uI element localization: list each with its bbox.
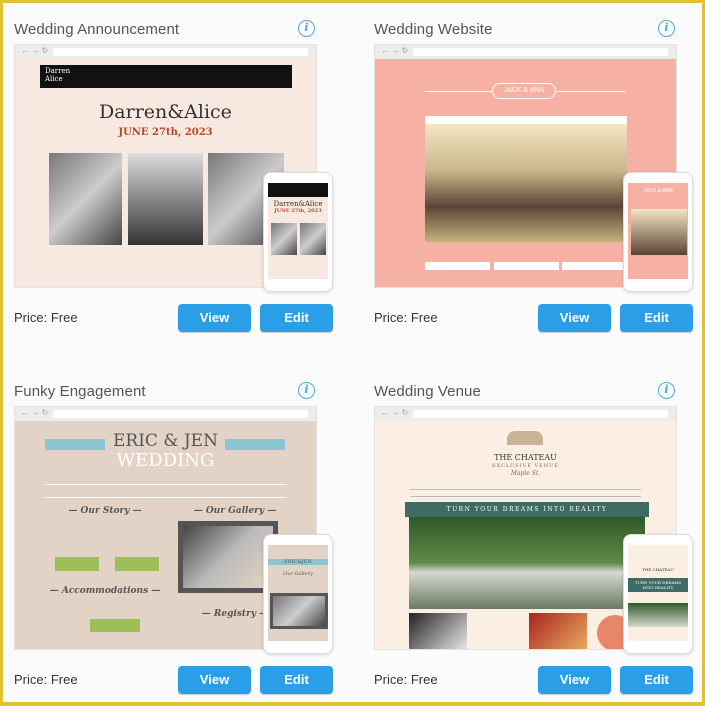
mobile-venue-name: THE CHATEAU <box>642 567 674 572</box>
card-title: Wedding Announcement <box>14 21 180 38</box>
preview-heading: — Our Gallery — <box>193 506 277 516</box>
card-title: Wedding Website <box>374 21 493 38</box>
preview-title: ERIC & JEN <box>113 431 218 451</box>
mobile-heading: Our Gallery <box>283 571 313 577</box>
info-icon[interactable]: i <box>658 382 675 399</box>
view-button[interactable]: View <box>538 666 611 694</box>
preview-heading: — Our Story — <box>68 506 142 516</box>
mobile-preview: JACK & ANN <box>623 172 693 292</box>
preview-names: Darren&Alice <box>99 101 232 123</box>
mobile-date: JUNE 27th, 2023 <box>274 208 322 214</box>
template-card-wedding-announcement: Wedding Announcement i ← → ↻ Darren Alic… <box>14 9 334 349</box>
venue-script: Maple St. <box>510 470 541 477</box>
template-card-wedding-website: Wedding Website i ← → ↻ JACK & ANN JACK … <box>374 9 694 349</box>
preview-logo: Darren Alice <box>45 67 71 83</box>
mobile-preview: THE CHATEAU TURN YOUR DREAMS INTO REALIT… <box>623 534 693 654</box>
view-button[interactable]: View <box>178 666 251 694</box>
edit-button[interactable]: Edit <box>620 666 693 694</box>
venue-name: THE CHATEAU <box>494 453 557 462</box>
mobile-names: Darren&Alice <box>273 200 323 208</box>
price-label: Price: Free <box>14 310 78 325</box>
card-title: Funky Engagement <box>14 383 146 400</box>
browser-nav-icon: ← → ↻ <box>381 408 409 417</box>
mobile-names: JACK & ANN <box>643 188 673 194</box>
info-icon[interactable]: i <box>298 382 315 399</box>
view-button[interactable]: View <box>178 304 251 332</box>
preview-heading: — Accommodations — <box>49 586 161 596</box>
browser-nav-icon: ← → ↻ <box>381 46 409 55</box>
mobile-names: ERIC&JEN <box>268 559 328 565</box>
price-label: Price: Free <box>374 310 438 325</box>
browser-nav-icon: ← → ↻ <box>21 408 49 417</box>
mobile-preview: ERIC&JEN Our Gallery <box>263 534 333 654</box>
mobile-banner: TURN YOUR DREAMS INTO REALITY <box>628 578 688 592</box>
venue-banner: TURN YOUR DREAMS INTO REALITY <box>405 502 649 517</box>
info-icon[interactable]: i <box>298 20 315 37</box>
edit-button[interactable]: Edit <box>620 304 693 332</box>
preview-subtitle: WEDDING <box>116 450 215 471</box>
price-label: Price: Free <box>14 672 78 687</box>
browser-nav-icon: ← → ↻ <box>21 46 49 55</box>
card-title: Wedding Venue <box>374 383 481 400</box>
mobile-preview: Darren&Alice JUNE 27th, 2023 <box>263 172 333 292</box>
edit-button[interactable]: Edit <box>260 666 333 694</box>
price-label: Price: Free <box>374 672 438 687</box>
template-card-wedding-venue: Wedding Venue i ← → ↻ THE CHATEAU EXCLUS… <box>374 371 694 711</box>
info-icon[interactable]: i <box>658 20 675 37</box>
venue-sub: EXCLUSIVE VENUE <box>492 463 559 469</box>
view-button[interactable]: View <box>538 304 611 332</box>
preview-names: JACK & ANN <box>492 83 556 99</box>
preview-date: JUNE 27th, 2023 <box>118 127 213 138</box>
edit-button[interactable]: Edit <box>260 304 333 332</box>
template-card-funky-engagement: Funky Engagement i ← → ↻ ERIC & JEN WEDD… <box>14 371 334 711</box>
